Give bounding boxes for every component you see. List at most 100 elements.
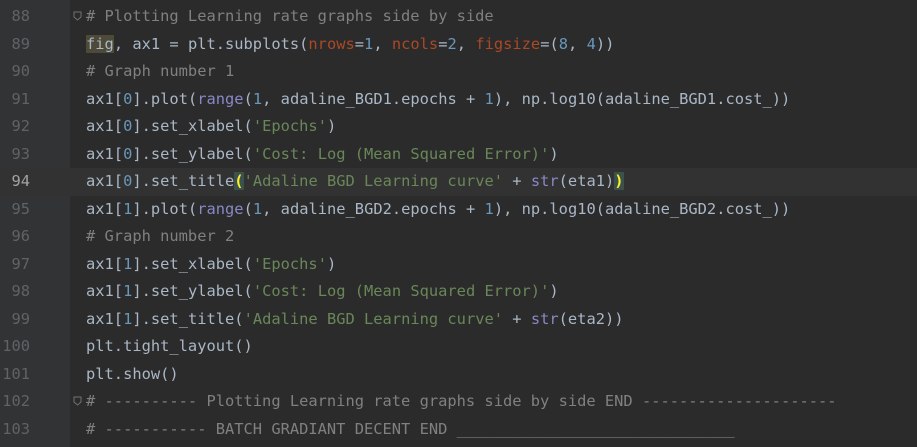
line-number: 94 <box>11 172 30 190</box>
code-token-string: 'Cost: Log (Mean Squared Error)' <box>252 144 550 163</box>
line-number: 93 <box>11 144 30 163</box>
code-token-plain: ax1[ <box>86 282 124 300</box>
code-token-plain: plt.tight_layout() <box>86 337 253 355</box>
line-number: 98 <box>11 282 30 300</box>
line-number: 96 <box>11 227 30 245</box>
code-line[interactable]: 96 # Graph number 2 <box>0 223 917 251</box>
code-token-string: 'Adaline BGD Learning curve' <box>243 309 504 328</box>
code-text[interactable]: ax1[0].plot(range(1, adaline_BGD1.epochs… <box>86 86 790 114</box>
code-token-comment: # Graph number 2 <box>86 227 235 245</box>
code-token-comment: # ----------- BATCH GRADIANT DECENT END … <box>86 419 735 438</box>
code-text[interactable]: # ----------- BATCH GRADIANT DECENT END … <box>86 416 735 444</box>
code-line[interactable]: 94 ax1[0].set_title('Adaline BGD Learning… <box>0 168 917 196</box>
code-text[interactable]: ax1[0].set_ylabel('Cost: Log (Mean Squar… <box>86 141 559 169</box>
code-token-number: 0 <box>123 144 133 163</box>
line-number: 88 <box>11 7 30 25</box>
fold-icon[interactable] <box>73 11 82 21</box>
code-token-comment: # ---------- Plotting Learning rate grap… <box>86 392 837 410</box>
code-line[interactable]: 92 ax1[0].set_xlabel('Epochs') <box>0 113 917 141</box>
code-text[interactable]: # ---------- Plotting Learning rate grap… <box>86 388 837 416</box>
code-token-number: 0 <box>123 89 133 108</box>
code-line[interactable]: 102 # ---------- Plotting Learning rate g… <box>0 388 917 416</box>
code-token-number: 1 <box>364 34 374 53</box>
code-editor[interactable]: 88 # Plotting Learning rate graphs side b… <box>0 0 917 447</box>
line-number: 91 <box>11 89 30 108</box>
code-token-number: 8 <box>558 34 569 53</box>
code-token-plain: , <box>456 34 476 53</box>
code-token-number: 1 <box>123 199 133 218</box>
code-text[interactable]: fig, ax1 = plt.subplots(nrows=1, ncols=2… <box>86 31 614 59</box>
code-text[interactable]: # Graph number 2 <box>86 223 234 251</box>
code-line[interactable]: 101 plt.show() <box>0 361 917 389</box>
code-token-plain: + <box>503 172 531 190</box>
code-token-brace: ) <box>614 172 624 190</box>
code-token-plain: ) <box>549 282 559 300</box>
code-token-plain: ax1[ <box>86 254 124 273</box>
line-number: 99 <box>11 309 30 328</box>
code-text[interactable]: # Plotting Learning rate graphs side by … <box>86 3 494 31</box>
code-line[interactable]: 90 # Graph number 1 <box>0 58 917 86</box>
code-line[interactable]: 99 ax1[1].set_title('Adaline BGD Learning… <box>0 306 917 334</box>
code-token-number: 1 <box>123 282 133 300</box>
line-number: 89 <box>11 34 30 53</box>
code-token-plain: , <box>568 34 587 53</box>
code-token-number: 0 <box>123 172 133 190</box>
code-token-plain: ].set_title( <box>132 309 244 328</box>
line-number: 102 <box>2 392 30 410</box>
code-token-plain: ax1[ <box>86 89 124 108</box>
code-line[interactable]: 103 # ----------- BATCH GRADIANT DECENT E… <box>0 416 917 444</box>
code-text[interactable]: ax1[1].set_ylabel('Cost: Log (Mean Squar… <box>86 278 559 306</box>
code-token-number: 1 <box>252 89 263 108</box>
code-line[interactable]: 91 ax1[0].plot(range(1, adaline_BGD1.epoc… <box>0 86 917 114</box>
code-token-string: 'Adaline BGD Learning curve' <box>243 172 504 190</box>
code-token-plain: ), np.log10(adaline_BGD2.cost_)) <box>493 199 791 218</box>
code-text[interactable]: plt.show() <box>86 361 179 389</box>
line-number: 90 <box>11 62 30 80</box>
code-token-plain: ( <box>243 199 253 218</box>
code-line[interactable]: 88 # Plotting Learning rate graphs side b… <box>0 3 917 31</box>
code-token-number: 1 <box>484 89 494 108</box>
code-token-plain: plt.show() <box>86 364 179 383</box>
code-token-brace: ( <box>234 172 244 190</box>
code-token-plain: ax1[ <box>86 199 124 218</box>
code-token-plain: = <box>354 34 365 53</box>
code-line[interactable]: 93 ax1[0].set_ylabel('Cost: Log (Mean Squ… <box>0 141 917 169</box>
code-line[interactable]: 89 fig, ax1 = plt.subplots(nrows=1, ncols… <box>0 31 917 59</box>
code-text[interactable]: ax1[0].set_xlabel('Epochs') <box>86 113 336 141</box>
code-text[interactable]: # Graph number 1 <box>86 58 234 86</box>
code-token-plain: ].set_ylabel( <box>132 282 253 300</box>
code-text[interactable]: ax1[1].plot(range(1, adaline_BGD2.epochs… <box>86 196 790 224</box>
code-token-builtin: str <box>530 309 559 328</box>
code-token-kwarg: nrows <box>308 34 355 53</box>
code-text[interactable]: plt.tight_layout() <box>86 333 253 361</box>
code-token-plain: ax1[ <box>86 144 124 163</box>
code-line[interactable]: 98 ax1[1].set_ylabel('Cost: Log (Mean Squ… <box>0 278 917 306</box>
code-token-plain: =( <box>540 34 559 53</box>
code-token-plain: (eta1) <box>558 172 615 190</box>
code-token-number: 1 <box>123 254 133 273</box>
code-token-plain: ].plot( <box>132 199 198 218</box>
code-token-plain: ].set_title <box>132 172 235 190</box>
code-token-plain: ].set_ylabel( <box>132 144 253 163</box>
line-number: 95 <box>11 199 30 218</box>
code-token-number: 0 <box>123 117 133 135</box>
code-token-plain: ax1[ <box>86 117 124 135</box>
code-token-number: 1 <box>484 199 494 218</box>
code-line[interactable]: 95 ax1[1].plot(range(1, adaline_BGD2.epoc… <box>0 196 917 224</box>
code-token-plain: ].set_xlabel( <box>132 254 253 273</box>
code-token-plain: ax1[ <box>86 309 124 328</box>
code-text[interactable]: ax1[1].set_xlabel('Epochs') <box>86 251 336 279</box>
line-number: 100 <box>2 337 30 355</box>
fold-icon[interactable] <box>73 396 82 406</box>
code-line[interactable]: 100 plt.tight_layout() <box>0 333 917 361</box>
code-token-plain: ), np.log10(adaline_BGD1.cost_)) <box>493 89 791 108</box>
code-token-plain: ) <box>326 117 337 135</box>
code-token-kwarg: figsize <box>475 34 541 53</box>
code-text[interactable]: ax1[1].set_title('Adaline BGD Learning c… <box>86 306 624 334</box>
line-number: 101 <box>2 364 30 383</box>
code-line[interactable]: 97 ax1[1].set_xlabel('Epochs') <box>0 251 917 279</box>
code-token-string: 'Epochs' <box>252 254 327 273</box>
code-text[interactable]: ax1[0].set_title('Adaline BGD Learning c… <box>86 168 624 196</box>
code-token-plain: , adaline_BGD2.epochs + <box>262 199 485 218</box>
code-token-plain: , ax1 = plt.subplots( <box>113 34 309 53</box>
